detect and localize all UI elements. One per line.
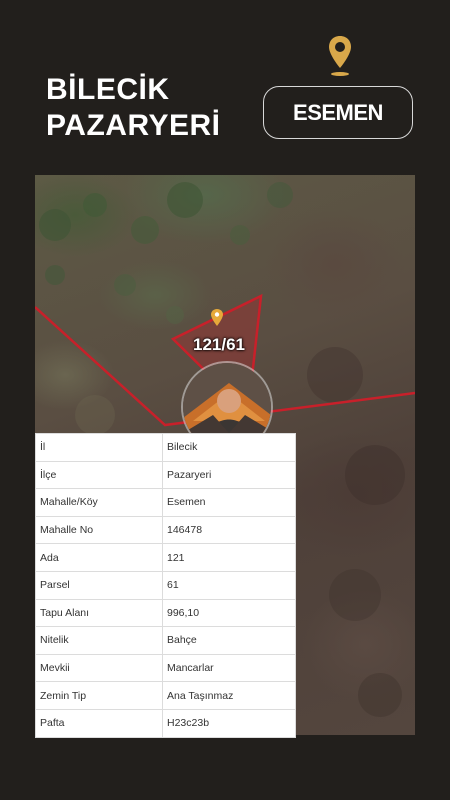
info-key: Zemin Tip (35, 681, 163, 710)
info-row: Tapu Alanı 996,10 (35, 598, 296, 628)
info-row: Ada 121 (35, 543, 296, 572)
info-value: Esemen (162, 488, 296, 517)
info-value: Pazaryeri (162, 460, 296, 490)
info-key: Mahalle No (35, 515, 163, 545)
page-title: BİLECİK PAZARYERİ (46, 72, 221, 144)
info-row: Nitelik Bahçe (35, 626, 296, 655)
info-value: 996,10 (162, 598, 296, 628)
info-row: İlçe Pazaryeri (35, 460, 296, 490)
info-row: Mahalle/Köy Esemen (35, 488, 296, 517)
info-value: 61 (162, 570, 296, 600)
info-row: İl Bilecik (35, 433, 296, 462)
info-value: H23c23b (162, 708, 296, 738)
info-value: 121 (162, 543, 296, 572)
info-row: Parsel 61 (35, 570, 296, 600)
info-key: Mevkii (35, 653, 163, 683)
neighborhood-button[interactable]: ESEMEN (263, 86, 413, 139)
parcel-info-table: İl Bilecik İlçe Pazaryeri Mahalle/Köy Esemen M… (35, 433, 296, 738)
parcel-label: 121/61 (193, 335, 245, 354)
info-value: Mancarlar (162, 653, 296, 683)
location-pin-icon (329, 36, 351, 76)
info-key: İl (35, 433, 163, 462)
info-key: Ada (35, 543, 163, 572)
info-row: Pafta H23c23b (35, 708, 296, 738)
info-key: Mahalle/Köy (35, 488, 163, 517)
title-district: PAZARYERİ (46, 109, 221, 142)
parcel-pin-icon (211, 309, 223, 326)
info-value: 146478 (162, 515, 296, 545)
info-key: Tapu Alanı (35, 598, 163, 628)
info-row: Mahalle No 146478 (35, 515, 296, 545)
title-province: BİLECİK (46, 73, 170, 106)
info-row: Zemin Tip Ana Taşınmaz (35, 681, 296, 710)
info-key: Pafta (35, 708, 163, 738)
info-value: Ana Taşınmaz (162, 681, 296, 710)
info-value: Bilecik (162, 433, 296, 462)
info-key: İlçe (35, 460, 163, 490)
info-key: Parsel (35, 570, 163, 600)
info-key: Nitelik (35, 626, 163, 655)
info-row: Mevkii Mancarlar (35, 653, 296, 683)
info-value: Bahçe (162, 626, 296, 655)
